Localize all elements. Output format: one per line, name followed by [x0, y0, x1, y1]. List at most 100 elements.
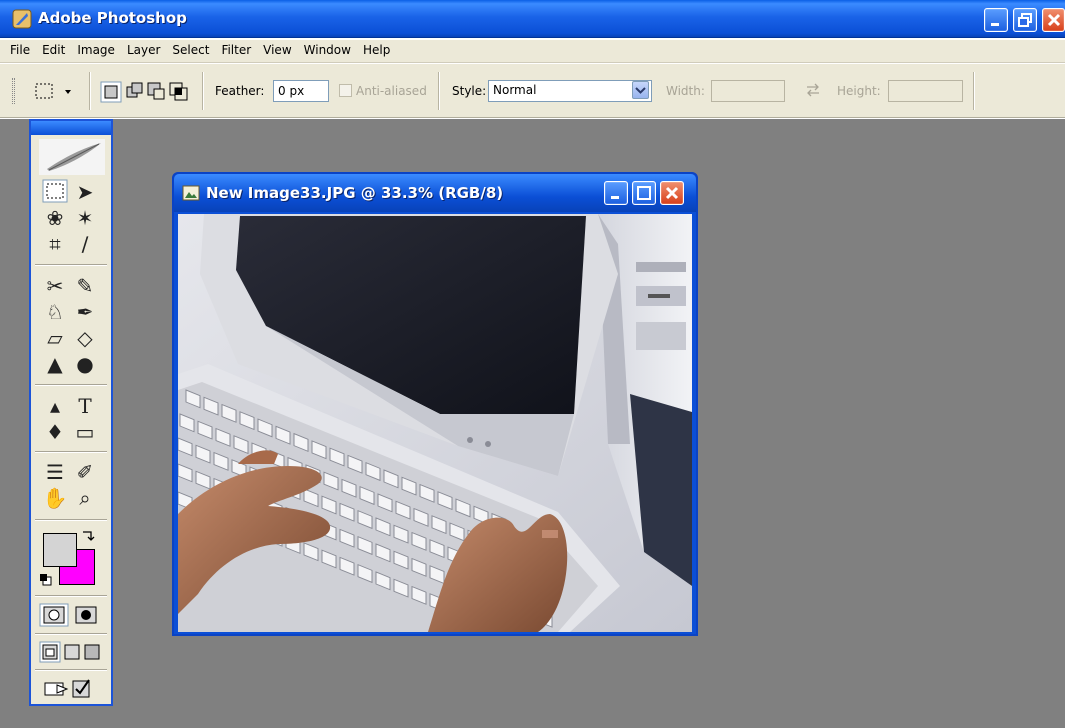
restore-button[interactable] — [1013, 8, 1037, 32]
options-separator — [973, 72, 975, 110]
path-selection-icon[interactable]: ▴ — [41, 393, 69, 419]
quick-mask-mode-icon[interactable] — [75, 606, 97, 624]
crop-icon[interactable]: ⌗ — [41, 231, 69, 257]
tools-divider — [35, 669, 107, 671]
document-close-button[interactable] — [660, 181, 684, 205]
full-screen-mode-icon[interactable] — [84, 644, 100, 660]
subtract-from-selection-icon[interactable] — [147, 82, 165, 100]
intersect-selection-icon[interactable] — [169, 82, 188, 101]
move-icon[interactable]: ➤ — [71, 179, 99, 205]
app-titlebar[interactable]: Adobe Photoshop — [0, 0, 1065, 38]
minimize-icon — [991, 23, 999, 26]
minimize-icon — [611, 196, 619, 199]
eraser-icon[interactable]: ▱ — [41, 325, 69, 351]
foreground-color-swatch[interactable] — [43, 533, 77, 567]
paint-bucket-icon[interactable]: ◇ — [71, 325, 99, 351]
options-separator — [438, 72, 440, 110]
blur-icon[interactable]: ▲ — [41, 351, 69, 377]
feather-label: Feather: — [215, 84, 265, 98]
close-button[interactable] — [1042, 8, 1065, 32]
tools-divider — [35, 519, 107, 521]
menu-filter[interactable]: Filter — [213, 40, 255, 57]
anti-aliased-label: Anti-aliased — [356, 84, 427, 98]
standard-screen-mode-icon[interactable] — [39, 641, 61, 663]
menu-window[interactable]: Window — [296, 40, 355, 57]
photoshop-feather-logo[interactable] — [39, 139, 105, 175]
brush-icon[interactable]: ✎ — [71, 273, 99, 299]
app-title: Adobe Photoshop — [38, 9, 187, 27]
document-titlebar[interactable]: New Image33.JPG @ 33.3% (RGB/8) — [174, 174, 696, 212]
eyedropper-icon[interactable]: ✐ — [71, 459, 99, 485]
slice-icon[interactable]: ∕ — [71, 231, 99, 257]
rectangular-marquee-icon[interactable] — [41, 179, 69, 205]
hand-icon[interactable]: ✋ — [41, 485, 69, 511]
menu-select[interactable]: Select — [164, 40, 213, 57]
close-icon — [1047, 13, 1061, 27]
default-colors-icon[interactable] — [39, 573, 53, 587]
rectangular-marquee-icon[interactable] — [34, 82, 74, 102]
restore-icon — [1018, 13, 1032, 27]
photoshop-feather-icon — [12, 9, 32, 29]
new-selection-icon[interactable] — [100, 81, 122, 103]
menu-file[interactable]: File — [0, 40, 34, 57]
menu-view[interactable]: View — [255, 40, 295, 57]
tools-divider — [35, 264, 107, 266]
height-input[interactable] — [888, 80, 963, 102]
tools-divider — [35, 384, 107, 386]
full-screen-menu-mode-icon[interactable] — [64, 644, 80, 660]
magic-wand-icon[interactable]: ✶ — [71, 205, 99, 231]
document-minimize-button[interactable] — [604, 181, 628, 205]
zoom-icon[interactable]: ⌕ — [71, 485, 99, 511]
minimize-button[interactable] — [984, 8, 1008, 32]
maximize-icon — [637, 186, 651, 200]
lasso-icon[interactable]: ❀ — [41, 205, 69, 231]
menu-edit[interactable]: Edit — [34, 40, 69, 57]
menu-bar: File Edit Image Layer Select Filter View Window… — [0, 40, 1065, 63]
style-select-value: Normal — [493, 83, 537, 97]
feather-input[interactable] — [273, 80, 329, 102]
dodge-icon[interactable]: ● — [71, 351, 99, 377]
document-maximize-button[interactable] — [632, 181, 656, 205]
options-bar-grip[interactable] — [12, 78, 15, 104]
tools-divider — [35, 595, 107, 597]
options-bar: Feather: Anti-aliased Style: Normal Widt… — [0, 64, 1065, 118]
checklist-icon[interactable] — [72, 679, 90, 698]
style-dropdown-button[interactable] — [632, 81, 649, 99]
history-brush-icon[interactable]: ✒ — [71, 299, 99, 325]
standard-mode-icon[interactable] — [39, 603, 69, 627]
document-canvas[interactable] — [178, 214, 692, 632]
type-icon[interactable]: T — [71, 393, 99, 419]
width-input[interactable] — [711, 80, 785, 102]
clone-stamp-icon[interactable]: ♘ — [41, 299, 69, 325]
tools-divider — [35, 633, 107, 635]
menu-image[interactable]: Image — [69, 40, 119, 57]
jump-to-imageready-group — [44, 679, 90, 698]
chevron-down-icon — [635, 87, 646, 94]
close-icon — [665, 186, 679, 200]
tools-palette: ➤ ❀ ✶ ⌗ ∕ ✂ ✎ ♘ ✒ ▱ ◇ ▲ ● ▴ T ♦ ▭ ☰ ✐ ✋ … — [29, 119, 113, 706]
photoshop-window: Adobe Photoshop File Edit Image Layer Select… — [0, 0, 1065, 728]
width-label: Width: — [666, 84, 705, 98]
rectangle-shape-icon[interactable]: ▭ — [71, 419, 99, 445]
document-title: New Image33.JPG @ 33.3% (RGB/8) — [206, 184, 504, 202]
screen-mode-group — [39, 641, 100, 663]
style-select[interactable]: Normal — [488, 80, 652, 102]
anti-aliased-checkbox[interactable] — [339, 84, 352, 97]
notes-icon[interactable]: ☰ — [41, 459, 69, 485]
tools-palette-titlebar[interactable] — [31, 121, 111, 135]
height-label: Height: — [837, 84, 881, 98]
computer-keyboard-photo — [178, 214, 692, 632]
swap-colors-icon[interactable] — [81, 529, 95, 543]
menu-help[interactable]: Help — [355, 40, 394, 57]
pen-icon[interactable]: ♦ — [41, 419, 69, 445]
style-label: Style: — [452, 84, 487, 98]
options-separator — [89, 72, 91, 110]
selection-mode-group — [100, 81, 188, 103]
healing-brush-icon[interactable]: ✂ — [41, 273, 69, 299]
menu-layer[interactable]: Layer — [119, 40, 164, 57]
document-window: New Image33.JPG @ 33.3% (RGB/8) — [172, 172, 698, 636]
swap-dimensions-icon[interactable] — [805, 82, 821, 98]
jump-to-imageready-icon[interactable] — [44, 682, 69, 696]
tools-divider — [35, 451, 107, 453]
add-to-selection-icon[interactable] — [126, 82, 143, 98]
